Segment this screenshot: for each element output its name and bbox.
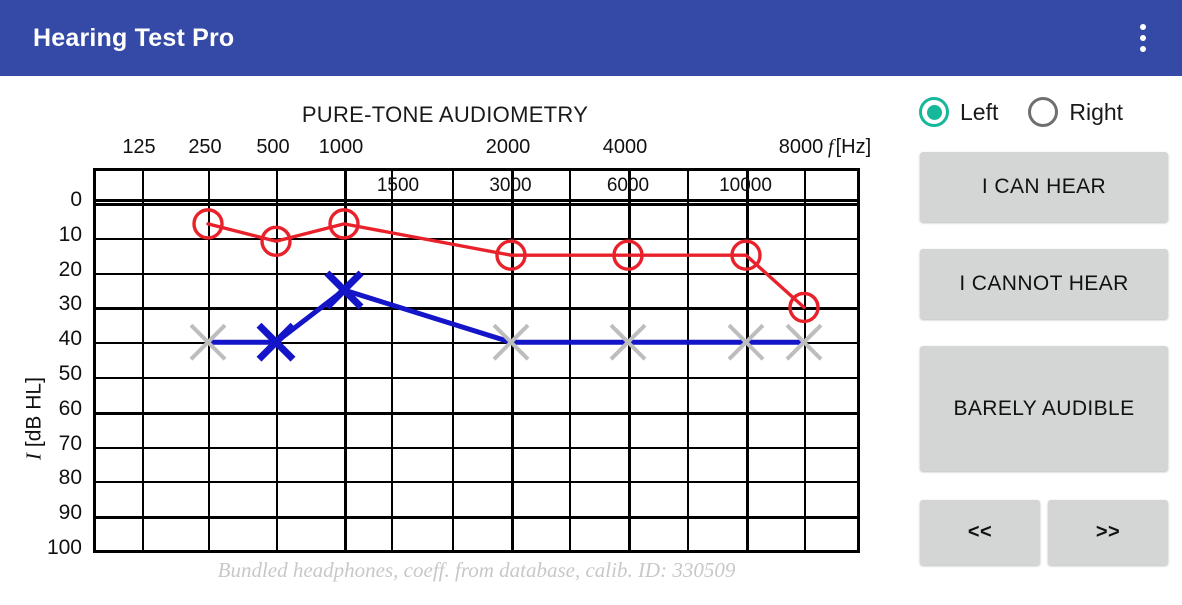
x-tick-8000: 8000 — [778, 136, 824, 158]
radio-dot — [1036, 105, 1051, 120]
y-tick-30: 30 — [58, 292, 82, 316]
radio-icon — [1028, 97, 1059, 127]
y-tick-0: 0 — [70, 188, 82, 211]
i-cannot-hear-button[interactable]: I CANNOT HEAR — [920, 249, 1168, 319]
main-content: PURE-TONE AUDIOMETRY 125 250 500 1000 2000 40… — [0, 76, 1182, 605]
grid-vline — [208, 171, 210, 550]
grid-hline — [96, 237, 857, 240]
radio-icon — [919, 97, 949, 127]
menu-dot — [1140, 46, 1146, 52]
grid-hline — [96, 342, 857, 345]
next-button[interactable]: >> — [1048, 500, 1168, 565]
grid-vline — [344, 171, 347, 550]
radio-option-right[interactable]: Right — [1028, 97, 1123, 127]
calibration-caption: Bundled headphones, coeff. from database… — [217, 558, 736, 582]
x-tick-125: 125 — [122, 136, 156, 158]
grid-hline — [96, 481, 857, 484]
y-axis-label-symbol: I — [21, 452, 46, 460]
control-panel: Left Right I CAN HEAR I CANNOT HEAR BARE… — [905, 76, 1182, 605]
radio-label-left: Left — [960, 98, 999, 125]
previous-button[interactable]: << — [920, 500, 1040, 565]
app-bar: Hearing Test Pro — [0, 0, 1182, 76]
x-minor-tick-10000: 10000 — [719, 175, 772, 196]
grid-vline — [746, 171, 749, 550]
y-tick-20: 20 — [58, 257, 82, 281]
grid-hline — [96, 307, 857, 311]
x-axis-label: f [Hz] — [828, 136, 871, 159]
app-title: Hearing Test Pro — [33, 23, 235, 52]
grid-vline — [511, 171, 514, 550]
grid-hline — [96, 516, 857, 520]
more-vertical-icon[interactable] — [1126, 18, 1160, 58]
menu-dot — [1140, 35, 1146, 41]
x-tick-500: 500 — [256, 136, 290, 158]
grid-vline — [391, 171, 393, 550]
grid-hline — [96, 446, 857, 449]
y-tick-90: 90 — [58, 501, 82, 525]
grid-hline — [96, 411, 857, 415]
y-tick-10: 10 — [58, 222, 82, 246]
grid-vline — [569, 171, 571, 550]
x-tick-1000: 1000 — [318, 136, 364, 158]
x-axis-label-symbol: f — [828, 136, 834, 158]
audiogram-grid[interactable]: 1500 3000 6000 10000 — [93, 168, 860, 553]
x-minor-tick-1500: 1500 — [376, 175, 420, 196]
grid-hline — [96, 272, 857, 275]
grid-vline — [804, 171, 806, 550]
x-tick-2000: 2000 — [485, 136, 531, 158]
grid-hline — [96, 203, 857, 206]
y-axis-label-unit: [dB HL] — [22, 377, 46, 448]
x-tick-250: 250 — [188, 136, 222, 158]
i-can-hear-button[interactable]: I CAN HEAR — [920, 152, 1168, 222]
x-minor-tick-6000: 6000 — [606, 175, 650, 196]
barely-audible-button[interactable]: BARELY AUDIBLE — [920, 346, 1168, 471]
response-buttons: I CAN HEAR I CANNOT HEAR BARELY AUDIBLE … — [905, 138, 1182, 578]
ear-selector: Left Right — [919, 90, 1169, 134]
chart-title: PURE-TONE AUDIOMETRY — [301, 102, 589, 127]
series-line-0 — [206, 222, 806, 310]
grid-hline — [96, 377, 857, 379]
y-tick-100: 100 — [46, 536, 82, 559]
radio-label-right: Right — [1069, 98, 1124, 125]
x-tick-4000: 4000 — [602, 136, 648, 158]
grid-vline — [628, 171, 631, 550]
x-axis-label-unit: [Hz] — [835, 136, 872, 158]
subheader-divider — [96, 199, 857, 202]
x-minor-tick-3000: 3000 — [489, 175, 532, 196]
series-line-1 — [205, 287, 807, 345]
audiogram-panel: PURE-TONE AUDIOMETRY 125 250 500 1000 2000 40… — [0, 76, 905, 605]
menu-dot — [1140, 24, 1146, 30]
grid-vline — [687, 171, 689, 550]
radio-dot — [926, 104, 942, 120]
grid-vline — [452, 171, 454, 550]
grid-vline — [142, 171, 144, 550]
grid-vline — [276, 171, 278, 550]
radio-option-left[interactable]: Left — [919, 97, 998, 127]
y-axis-label: I [dB HL] — [22, 344, 47, 494]
